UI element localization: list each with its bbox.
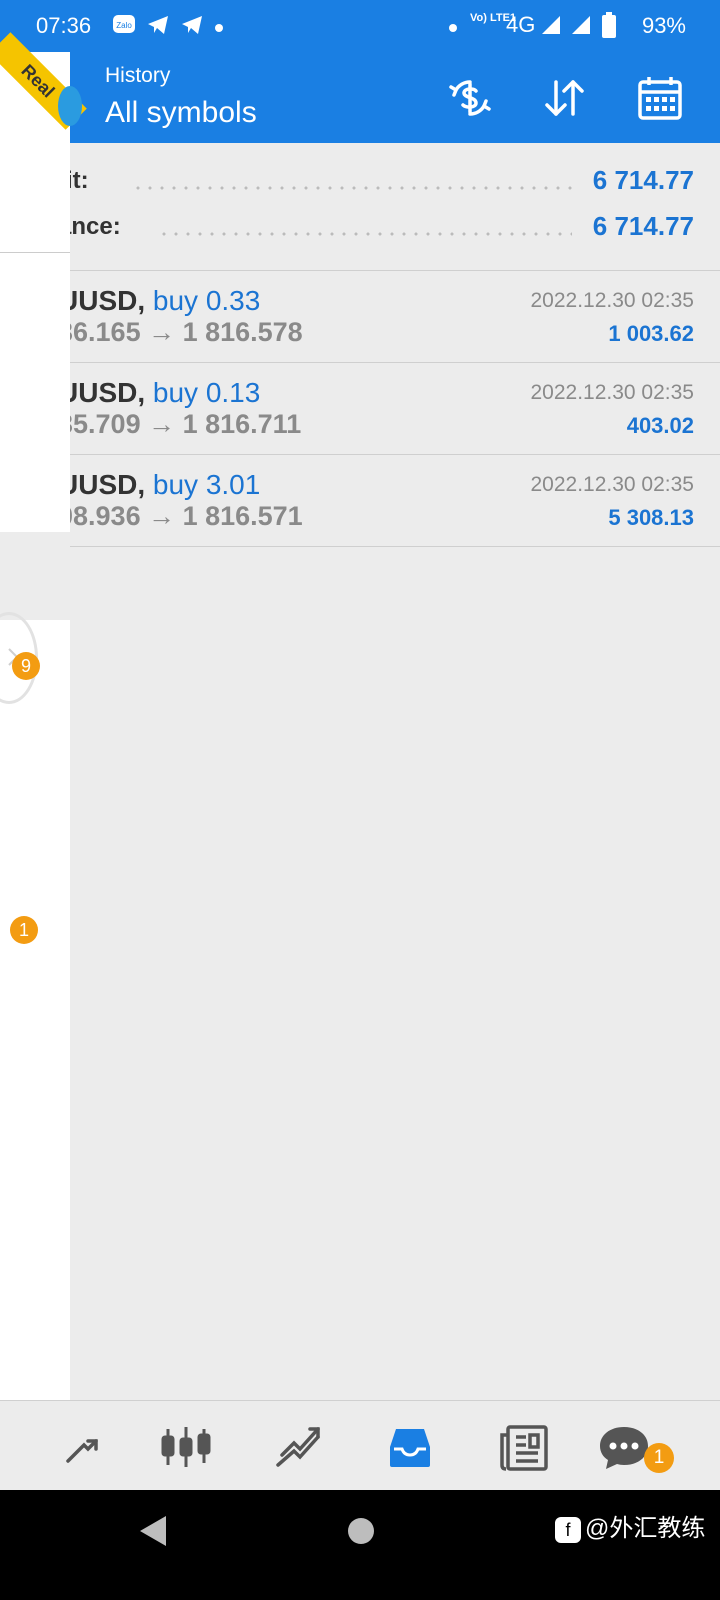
trade-time: 2022.12.30 02:35 — [530, 381, 695, 404]
signal-icon — [570, 14, 592, 41]
drawer-selected-item[interactable] — [0, 532, 70, 620]
trade-prices: 35.709 → 1 816.711 — [58, 409, 302, 439]
page-title[interactable]: All symbols — [105, 96, 257, 130]
network-type: 4G — [506, 12, 536, 37]
dot-leader — [132, 186, 572, 190]
trade-row[interactable]: UUSD, buy 3.01 08.936 → 1 816.571 2022.1… — [0, 454, 720, 547]
chat-badge: 1 — [644, 1443, 674, 1473]
currency-exchange-icon[interactable] — [442, 70, 498, 126]
trade-profit: 5 308.13 — [608, 505, 694, 530]
trade-time: 2022.12.30 02:35 — [530, 289, 695, 312]
telegram-icon — [146, 14, 170, 41]
account-avatar[interactable] — [58, 86, 82, 126]
watermark-logo: f — [555, 1516, 581, 1543]
chat-icon[interactable] — [596, 1419, 652, 1475]
watermark-text: @外汇教练 — [585, 1515, 706, 1542]
trade-side: buy 0.33 — [152, 285, 261, 316]
svg-text:Zalo: Zalo — [116, 21, 132, 30]
notification-badge: 9 — [12, 652, 40, 680]
quotes-icon[interactable] — [62, 1419, 118, 1475]
trade-symbol: UUSD, — [58, 285, 146, 316]
page-subtitle: History — [105, 64, 171, 87]
watermark: f @外汇教练 — [555, 1508, 705, 1543]
dot-icon — [448, 20, 458, 38]
news-icon[interactable] — [496, 1419, 552, 1475]
trade-icon[interactable] — [272, 1419, 328, 1475]
trade-title: UUSD, buy 0.33 — [58, 285, 260, 317]
calendar-icon[interactable] — [632, 70, 688, 126]
sort-icon[interactable] — [536, 70, 592, 126]
profit-value: 6 714.77 — [592, 165, 694, 195]
trade-time: 2022.12.30 02:35 — [530, 473, 695, 496]
app-bar: History All symbols — [0, 52, 720, 143]
balance-value: 6 714.77 — [592, 211, 694, 241]
status-time: 07:36 — [36, 13, 92, 38]
battery-icon — [602, 12, 616, 43]
profit-row: fit: 6 714.77 — [0, 159, 720, 205]
trade-side: buy 0.13 — [152, 377, 261, 408]
dot-leader — [158, 232, 572, 236]
divider — [0, 252, 70, 253]
trade-profit: 1 003.62 — [608, 321, 694, 346]
telegram-icon — [180, 14, 204, 41]
trade-profit: 403.02 — [626, 413, 694, 438]
zalo-icon: Zalo — [112, 14, 136, 41]
chart-icon[interactable] — [158, 1419, 214, 1475]
trade-side: buy 3.01 — [152, 469, 261, 500]
trade-row[interactable]: UUSD, buy 0.33 36.165 → 1 816.578 2022.1… — [0, 270, 720, 362]
trade-row[interactable]: UUSD, buy 0.13 35.709 → 1 816.711 2022.1… — [0, 362, 720, 454]
trade-symbol: UUSD, — [58, 377, 146, 408]
balance-row: ance: 6 714.77 — [0, 205, 720, 251]
battery-percent: 93% — [641, 13, 686, 38]
system-nav-bar: f @外汇教练 — [0, 1490, 720, 1600]
signal-icon — [540, 14, 562, 41]
summary-panel: fit: 6 714.77 ance: 6 714.77 — [0, 143, 720, 270]
trade-list: UUSD, buy 0.33 36.165 → 1 816.578 2022.1… — [0, 270, 720, 547]
notification-badge: 1 — [10, 916, 38, 944]
trade-title: UUSD, buy 0.13 — [58, 377, 260, 409]
back-icon[interactable] — [138, 1514, 168, 1553]
bottom-nav: 1 — [0, 1400, 720, 1491]
history-icon[interactable] — [382, 1419, 438, 1475]
trade-symbol: UUSD, — [58, 469, 146, 500]
status-bar: 07:36 Zalo Vo) LTE1 4G 93% — [0, 0, 720, 52]
trade-prices: 36.165 → 1 816.578 — [58, 317, 303, 347]
dot-icon — [214, 20, 224, 38]
trade-prices: 08.936 → 1 816.571 — [58, 501, 303, 531]
side-drawer[interactable]: Real 9 1 — [0, 32, 87, 1490]
home-icon[interactable] — [348, 1518, 374, 1544]
trade-title: UUSD, buy 3.01 — [58, 469, 260, 501]
